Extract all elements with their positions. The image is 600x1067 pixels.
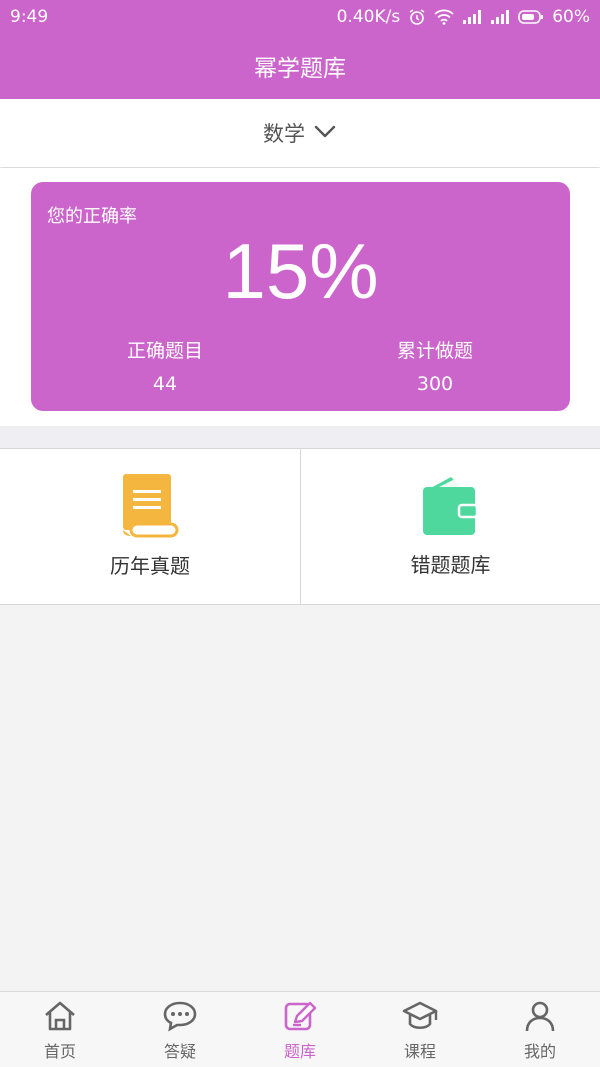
title-bar: 幂学题库 — [0, 33, 600, 99]
section-divider — [0, 426, 600, 448]
graduation-cap-icon — [401, 1000, 439, 1036]
past-exams-label: 历年真题 — [110, 554, 190, 578]
total-stat: 累计做题 300 — [355, 336, 515, 395]
status-time: 9:49 — [10, 6, 49, 27]
tab-courses[interactable]: 课程 — [360, 992, 480, 1067]
accuracy-card: 您的正确率 15% 正确题目 44 累计做题 300 — [31, 182, 570, 411]
menu-grid: 历年真题 错题题库 — [0, 448, 600, 605]
total-label: 累计做题 — [396, 340, 473, 362]
correct-stat: 正确题目 44 — [85, 336, 245, 395]
wifi-icon — [434, 9, 454, 25]
tab-profile[interactable]: 我的 — [480, 992, 600, 1067]
battery-level: 60% — [552, 6, 590, 27]
status-indicators: 0.40K/s 60% — [337, 7, 590, 27]
bottom-tab-bar: 首页 答疑 题库 课程 我的 — [0, 991, 600, 1067]
subject-label: 数学 — [263, 122, 305, 146]
tab-qa-label: 答疑 — [163, 1042, 196, 1061]
subject-selector[interactable]: 数学 — [0, 99, 600, 167]
chat-icon — [162, 1000, 198, 1036]
tab-qa[interactable]: 答疑 — [120, 992, 240, 1067]
wrong-questions-button[interactable]: 错题题库 — [300, 449, 600, 604]
scroll-icon — [121, 474, 179, 542]
signal-icon — [490, 9, 510, 24]
correct-count: 44 — [152, 373, 178, 395]
network-speed: 0.40K/s — [336, 6, 401, 27]
battery-icon — [518, 9, 544, 24]
tab-courses-label: 课程 — [403, 1042, 436, 1061]
chevron-down-icon — [313, 121, 337, 145]
tab-question-bank[interactable]: 题库 — [240, 992, 360, 1067]
past-exams-button[interactable]: 历年真题 — [0, 449, 300, 604]
accuracy-title: 您的正确率 — [47, 206, 137, 227]
wallet-icon — [421, 475, 481, 541]
tab-question-bank-label: 题库 — [283, 1042, 316, 1061]
tab-home-label: 首页 — [43, 1042, 76, 1061]
wrong-questions-label: 错题题库 — [410, 553, 491, 577]
user-icon — [522, 1000, 558, 1036]
tab-home[interactable]: 首页 — [0, 992, 120, 1067]
correct-label: 正确题目 — [126, 340, 203, 362]
total-count: 300 — [416, 373, 454, 395]
home-icon — [42, 1000, 78, 1036]
status-bar: 9:49 0.40K/s 60% — [0, 0, 600, 33]
stats-section: 您的正确率 15% 正确题目 44 累计做题 300 — [0, 168, 600, 426]
signal-icon — [462, 9, 482, 24]
accuracy-value: 15% — [222, 227, 379, 315]
tab-profile-label: 我的 — [523, 1042, 556, 1061]
edit-icon — [282, 1000, 318, 1036]
alarm-icon — [408, 8, 426, 26]
page-title: 幂学题库 — [254, 56, 346, 82]
